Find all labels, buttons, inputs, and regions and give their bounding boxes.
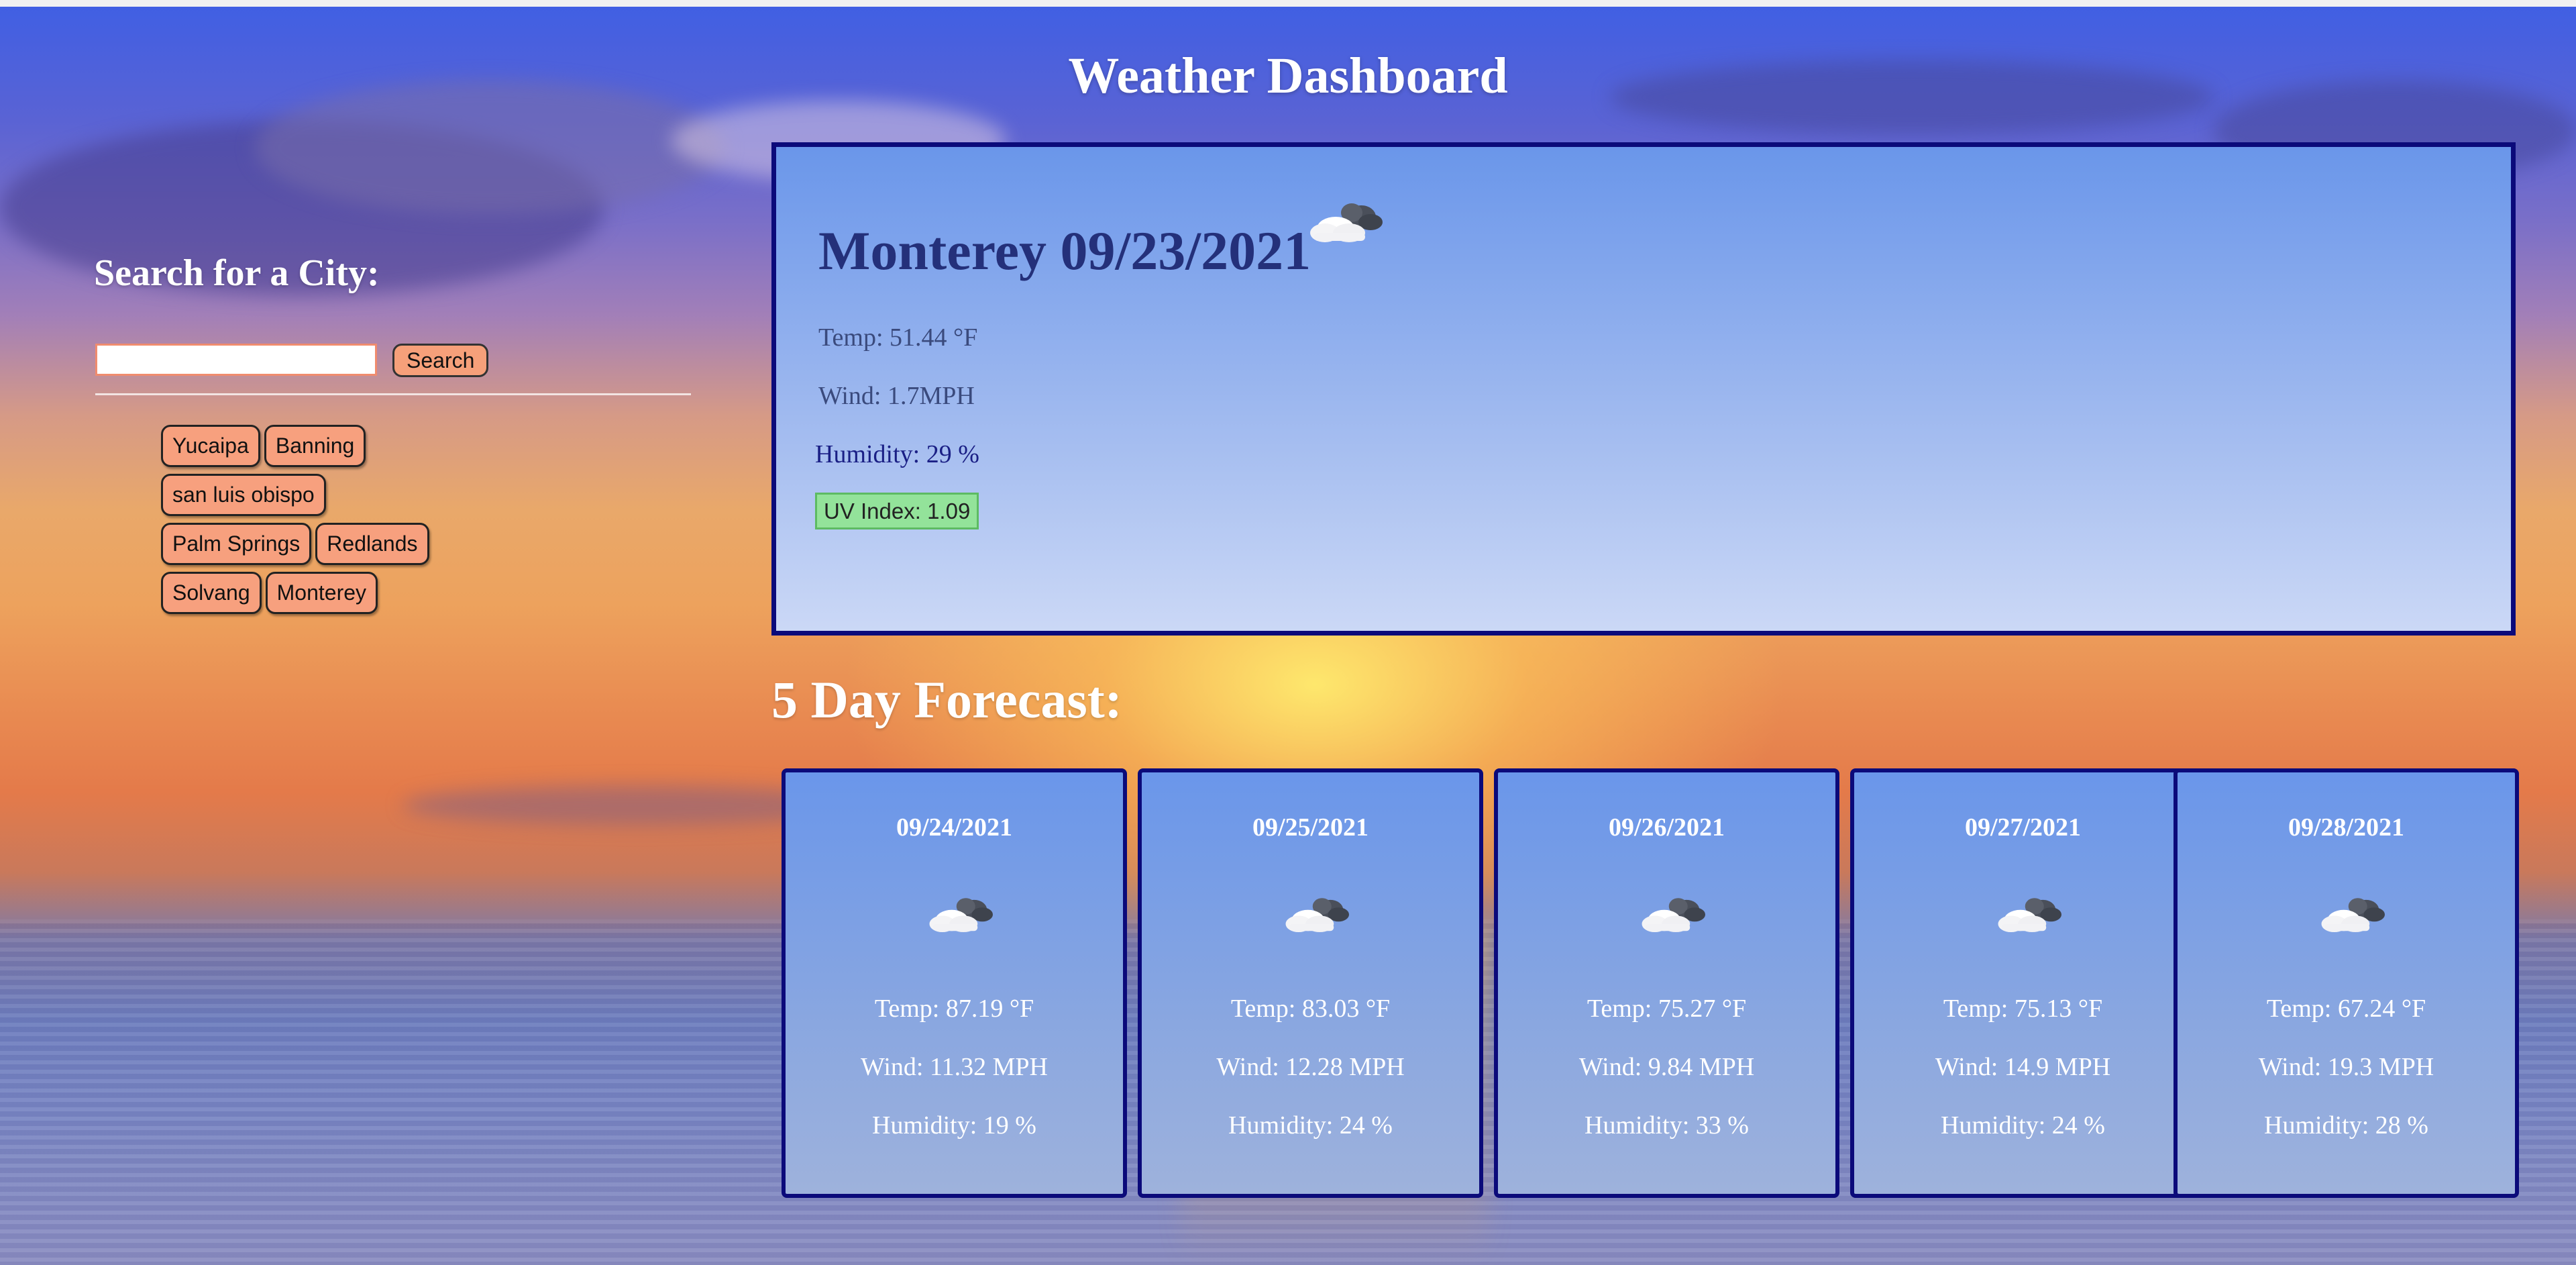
forecast-card: 09/25/2021 Temp: 83.03 °F Wind: 12.28 MP… [1138,768,1483,1198]
forecast-date: 09/25/2021 [1252,813,1369,842]
history-row: Palm Springs Redlands [161,523,510,565]
forecast-temp: Temp: 75.13 °F [1943,995,2103,1023]
uv-index-badge: UV Index: 1.09 [815,493,979,529]
partly-cloudy-icon [1279,890,1353,940]
page-title: Weather Dashboard [1068,48,1508,104]
forecast-humidity: Humidity: 24 % [1941,1111,2105,1140]
partly-cloudy-icon [923,890,997,940]
forecast-card: 09/28/2021 Temp: 67.24 °F Wind: 19.3 MPH… [2174,768,2519,1198]
current-weather-panel: Monterey 09/23/2021 Temp: 51.44 °F Wind:… [771,142,2516,636]
search-divider [95,393,691,395]
history-row: Solvang Monterey [161,572,510,614]
forecast-date: 09/26/2021 [1608,813,1725,842]
history-city-button[interactable]: Monterey [265,572,378,614]
current-city-date: Monterey 09/23/2021 [818,220,1311,281]
top-border-line [0,0,2576,7]
forecast-wind: Wind: 12.28 MPH [1216,1053,1405,1081]
forecast-temp: Temp: 83.03 °F [1230,995,1391,1023]
history-city-button[interactable]: Palm Springs [161,523,312,565]
forecast-temp: Temp: 75.27 °F [1587,995,1747,1023]
partly-cloudy-icon [1635,890,1709,940]
forecast-humidity: Humidity: 19 % [872,1111,1036,1140]
history-city-button[interactable]: Redlands [315,523,429,565]
forecast-date: 09/27/2021 [1964,813,2082,842]
search-heading: Search for a City: [94,252,380,294]
search-button[interactable]: Search [392,344,489,377]
forecast-card: 09/27/2021 Temp: 75.13 °F Wind: 14.9 MPH… [1850,768,2196,1198]
forecast-temp: Temp: 87.19 °F [874,995,1034,1023]
history-row: san luis obispo [161,474,510,516]
forecast-date: 09/24/2021 [896,813,1013,842]
forecast-humidity: Humidity: 28 % [2264,1111,2428,1140]
current-temp: Temp: 51.44 °F [818,323,978,352]
forecast-wind: Wind: 11.32 MPH [861,1053,1048,1081]
forecast-date: 09/28/2021 [2288,813,2405,842]
forecast-card: 09/26/2021 Temp: 75.27 °F Wind: 9.84 MPH… [1494,768,1839,1198]
city-search-input[interactable] [95,344,377,376]
forecast-heading: 5 Day Forecast: [771,670,1122,729]
forecast-temp: Temp: 67.24 °F [2266,995,2426,1023]
current-wind: Wind: 1.7MPH [818,382,975,410]
forecast-card: 09/24/2021 Temp: 87.19 °F Wind: 11.32 MP… [782,768,1127,1198]
history-city-button[interactable]: Solvang [161,572,262,614]
forecast-humidity: Humidity: 24 % [1228,1111,1393,1140]
forecast-wind: Wind: 19.3 MPH [2258,1053,2434,1081]
forecast-wind: Wind: 9.84 MPH [1578,1053,1755,1081]
current-humidity: Humidity: 29 % [815,440,979,468]
forecast-cards: 09/24/2021 Temp: 87.19 °F Wind: 11.32 MP… [782,768,2519,1198]
history-city-button[interactable]: san luis obispo [161,474,326,516]
partly-cloudy-icon [1992,890,2065,940]
forecast-wind: Wind: 14.9 MPH [1935,1053,2111,1081]
search-history: Yucaipa Banning san luis obispo Palm Spr… [161,425,510,621]
forecast-humidity: Humidity: 33 % [1585,1111,1749,1140]
history-city-button[interactable]: Yucaipa [161,425,260,467]
history-row: Yucaipa Banning [161,425,510,467]
partly-cloudy-icon [1305,194,1385,251]
history-city-button[interactable]: Banning [264,425,366,467]
partly-cloudy-icon [2315,890,2389,940]
